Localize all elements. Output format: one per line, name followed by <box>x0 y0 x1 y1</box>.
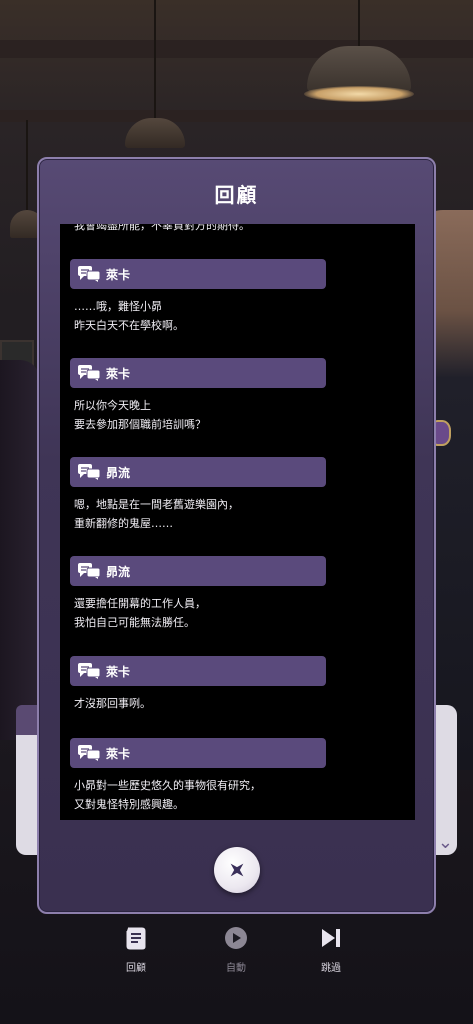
speaker-name: 萊卡 <box>106 664 131 679</box>
chevron-down-icon: ⌄ <box>437 832 453 853</box>
speaker-name: 萊卡 <box>106 267 131 282</box>
review-log[interactable]: 我會竭盡所能，不辜負對方的期待。 萊卡 ……哦，難怪小昴 昨天白天不在學校啊。 <box>60 224 415 820</box>
lamp-glow <box>304 86 414 102</box>
auto-label: 自動 <box>226 963 246 974</box>
pendant-lamp <box>125 118 185 148</box>
speaker-bar: 昴流 <box>70 457 326 487</box>
speaker-name: 萊卡 <box>106 746 131 761</box>
skip-label: 跳過 <box>321 963 341 974</box>
play-circle-icon <box>223 925 249 951</box>
speaker-bar: 萊卡 <box>70 358 326 388</box>
ceiling-beam <box>0 40 473 58</box>
chat-bubbles-icon <box>78 745 100 761</box>
speaker-bar: 萊卡 <box>70 656 326 686</box>
log-text: 所以你今天晚上 要去參加那個職前培訓嗎？ <box>74 399 206 431</box>
review-label: 回顧 <box>126 963 146 974</box>
log-text: 小昴對一些歷史悠久的事物很有研究， 又對鬼怪特別感興趣。 <box>74 779 261 811</box>
speaker-bar: 萊卡 <box>70 259 326 289</box>
log-text: 才沒那回事咧。 <box>74 697 151 710</box>
speaker-name: 昴流 <box>106 564 131 579</box>
lamp-cord <box>26 120 28 210</box>
chat-bubbles-icon <box>78 663 100 679</box>
chat-bubbles-icon <box>78 266 100 282</box>
auto-button[interactable]: 自動 <box>206 925 266 974</box>
character-left <box>0 360 40 740</box>
speaker-bar: 萊卡 <box>70 738 326 768</box>
chat-bubbles-icon <box>78 365 100 381</box>
log-text: 嗯，地點是在一間老舊遊樂園內， 重新翻修的鬼屋…… <box>74 498 239 530</box>
skip-forward-icon <box>318 925 344 951</box>
chat-bubbles-icon <box>78 563 100 579</box>
log-text: ……哦，難怪小昴 昨天白天不在學校啊。 <box>74 300 184 332</box>
speaker-name: 昴流 <box>106 465 131 480</box>
log-line: 我會竭盡所能，不辜負對方的期待。 <box>74 224 250 232</box>
lamp-cord <box>358 0 360 46</box>
lamp-cord <box>154 0 156 120</box>
bottom-menu: 回顧 自動 跳過 <box>0 925 473 985</box>
log-text: 還要擔任開幕的工作人員， 我怕自己可能無法勝任。 <box>74 597 206 629</box>
speaker-bar: 昴流 <box>70 556 326 586</box>
close-x-icon <box>230 863 244 877</box>
skip-button[interactable]: 跳過 <box>301 925 361 974</box>
scroll-icon <box>123 925 149 951</box>
review-button[interactable]: 回顧 <box>106 925 166 974</box>
chat-bubbles-icon <box>78 464 100 480</box>
panel-title: 回顧 <box>214 183 259 207</box>
ceiling-beam <box>0 110 473 122</box>
close-button[interactable] <box>214 847 260 893</box>
speaker-name: 萊卡 <box>106 366 131 381</box>
review-panel: 回顧 我會竭盡所能，不辜負對方的期待。 萊卡 ……哦，難怪小昴 昨天白天不在學校… <box>37 157 436 914</box>
